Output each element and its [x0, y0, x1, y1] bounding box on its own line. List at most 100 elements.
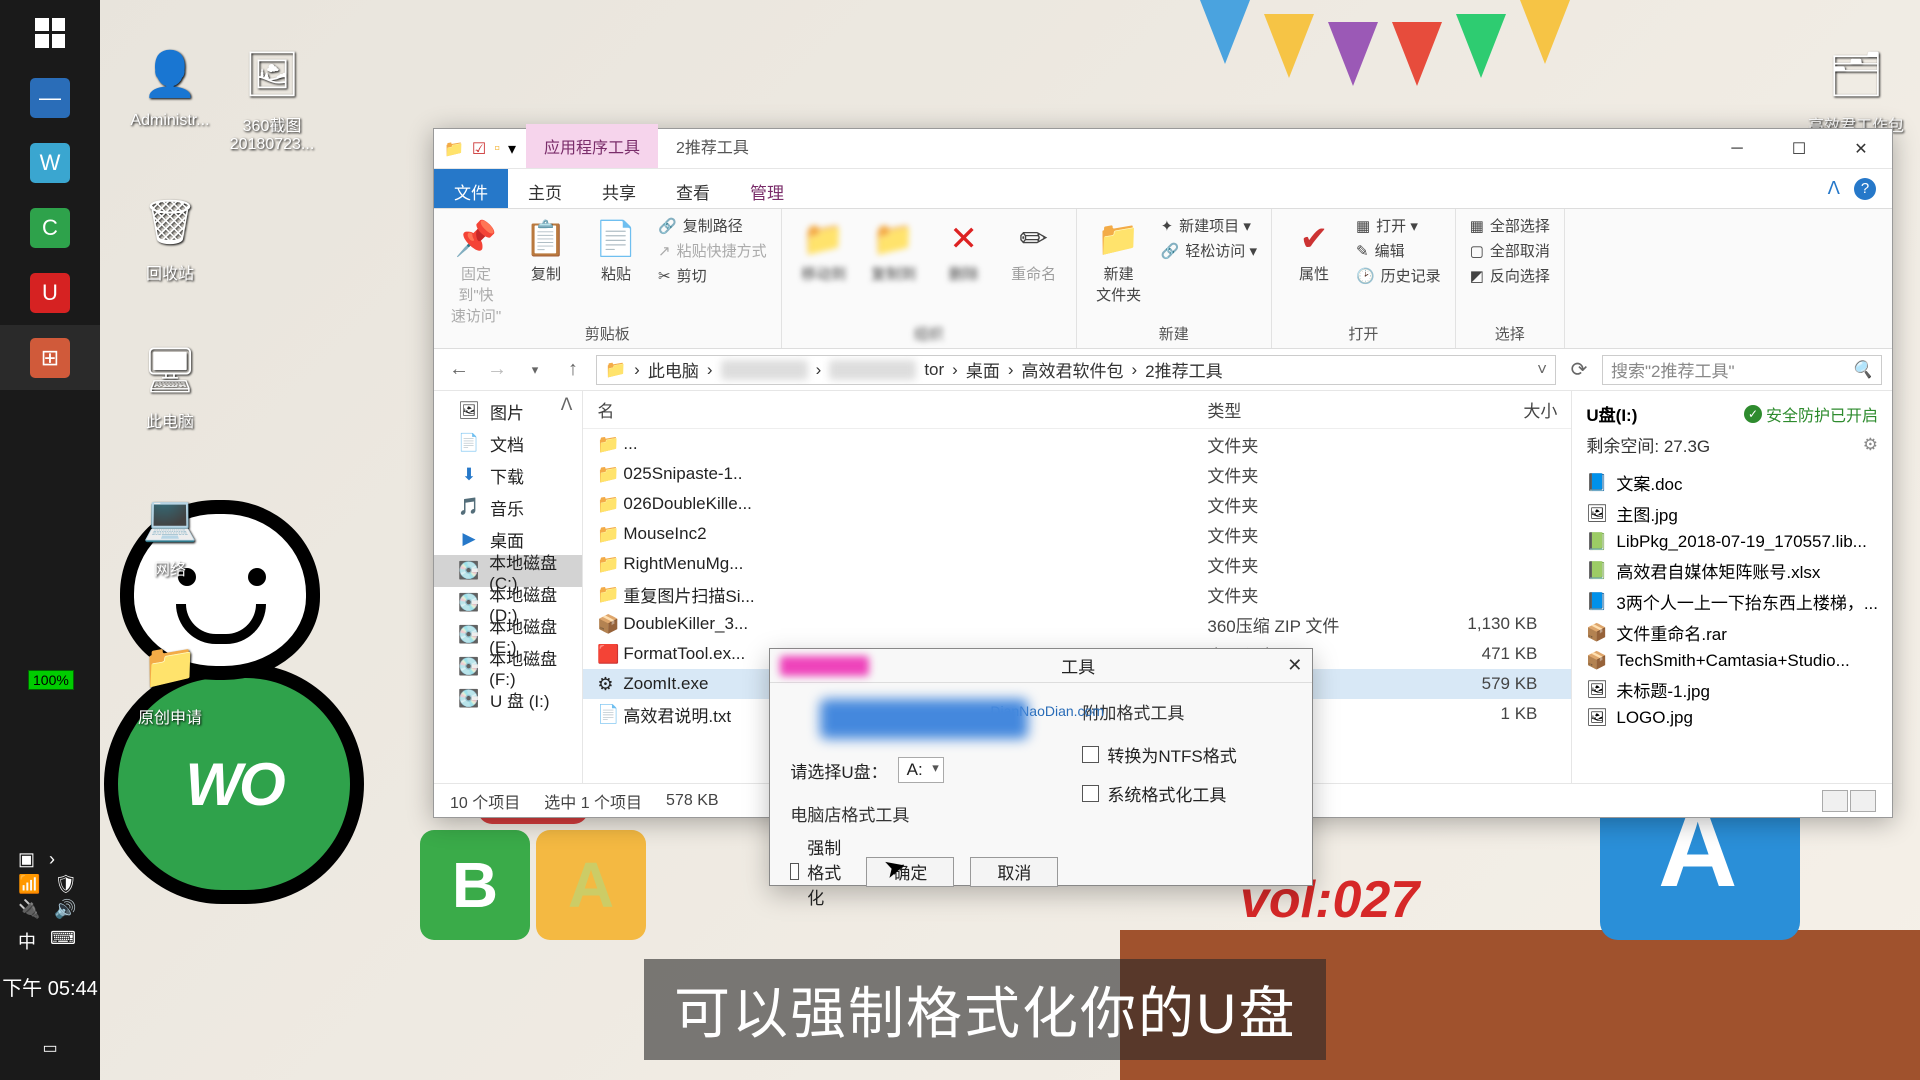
preview-item[interactable]: 📗高效君自媒体矩阵账号.xlsx	[1586, 555, 1878, 586]
pasteshortcut-button[interactable]: ↗粘贴快捷方式	[658, 240, 767, 261]
video-caption: 可以强制格式化你的U盘	[644, 959, 1326, 1060]
rename-button[interactable]: ✏重命名	[1006, 215, 1062, 284]
nav-item[interactable]: 💽本地磁盘 (F:)	[434, 651, 582, 683]
file-row[interactable]: 📁重复图片扫描Si...文件夹	[583, 579, 1571, 609]
drive-select[interactable]: A:	[898, 757, 944, 783]
ribbon-collapse-icon[interactable]: ᐱ	[1828, 178, 1840, 199]
tab-file[interactable]: 文件	[434, 169, 508, 208]
cut-button[interactable]: ✂剪切	[658, 265, 767, 286]
desktop-icon[interactable]: 📁原创申请	[118, 634, 222, 728]
ok-button[interactable]: 确定	[866, 857, 954, 887]
start-button[interactable]	[0, 0, 100, 65]
preview-item[interactable]: 📦文件重命名.rar	[1586, 617, 1878, 648]
preview-gear-icon[interactable]: ⚙	[1863, 435, 1878, 455]
window-title: 2推荐工具	[658, 124, 767, 168]
maximize-button[interactable]: ☐	[1768, 129, 1830, 168]
recent-dropdown[interactable]: ▾	[520, 362, 550, 378]
file-row[interactable]: 📁MouseInc2文件夹	[583, 519, 1571, 549]
column-headers[interactable]: 名 类型大小	[583, 391, 1571, 429]
group-select: 选择	[1470, 321, 1550, 344]
task-view-button[interactable]: ▭	[0, 1015, 100, 1080]
help-icon[interactable]: ?	[1854, 178, 1876, 200]
paste-button[interactable]: 📄粘贴	[588, 215, 644, 284]
selectall-button[interactable]: ▦全部选择	[1470, 215, 1550, 236]
desktop-icon[interactable]: 💻网络	[118, 486, 222, 580]
titlebar[interactable]: 📁 ☑ ▫ ▾ 应用程序工具 2推荐工具 ─ ☐ ✕	[434, 129, 1892, 169]
newfolder-button[interactable]: 📁新建 文件夹	[1091, 215, 1147, 305]
copyto-button[interactable]: 📁复制到	[866, 215, 922, 284]
preview-item[interactable]: 🖼LOGO.jpg	[1586, 705, 1878, 731]
tray-icons[interactable]: ▣›📶🛡🔌🔊	[0, 845, 100, 924]
free-space: 剩余空间: 27.3G	[1586, 432, 1710, 457]
nav-item[interactable]: 🎵音乐	[434, 491, 582, 523]
delete-button[interactable]: ✕删除	[936, 215, 992, 284]
qat-overflow-icon[interactable]: ▾	[508, 139, 516, 159]
tab-home[interactable]: 主页	[508, 169, 582, 208]
status-size: 578 KB	[666, 792, 718, 810]
taskbar-app-wps[interactable]: W	[0, 130, 100, 195]
desktop-icon[interactable]: 👤Administr...	[118, 42, 222, 130]
taskbar-app-explorer[interactable]: ⊞	[0, 325, 100, 390]
qat-folder-icon[interactable]: ▫	[494, 140, 500, 158]
up-button[interactable]: ↑	[558, 358, 588, 381]
view-details-button[interactable]	[1822, 790, 1848, 812]
status-sel: 选中 1 个项目	[544, 789, 642, 813]
preview-item[interactable]: 📦TechSmith+Camtasia+Studio...	[1586, 648, 1878, 674]
pin-button[interactable]: 📌固定到"快 速访问"	[448, 215, 504, 326]
search-input[interactable]: 搜索"2推荐工具"🔍	[1602, 355, 1882, 385]
back-button[interactable]: ←	[444, 358, 474, 381]
nav-item[interactable]: ⬇下载	[434, 459, 582, 491]
preview-item[interactable]: 📘文案.doc	[1586, 467, 1878, 498]
address-bar: ← → ▾ ↑ 📁› 此电脑› hidden› hidden tor› 桌面› …	[434, 349, 1892, 391]
group-clipboard: 剪贴板	[448, 321, 767, 344]
copy-button[interactable]: 📋复制	[518, 215, 574, 284]
close-button[interactable]: ✕	[1830, 129, 1892, 168]
nav-item[interactable]: 📄文档	[434, 427, 582, 459]
properties-button[interactable]: ✔属性	[1286, 215, 1342, 284]
ntfs-checkbox[interactable]: 转换为NTFS格式	[1082, 742, 1292, 767]
cancel-button[interactable]: 取消	[970, 857, 1058, 887]
taskbar-app-camtasia[interactable]: C	[0, 195, 100, 260]
invert-button[interactable]: ◩反向选择	[1470, 265, 1550, 286]
taskbar-app-formattool[interactable]: U	[0, 260, 100, 325]
qat-checkbox-icon[interactable]: ☑	[472, 139, 486, 159]
file-list[interactable]: 名 类型大小 📁...文件夹📁025Snipaste-1..文件夹📁026Dou…	[583, 391, 1572, 783]
newitem-button[interactable]: ✦新建项目 ▾	[1161, 215, 1257, 236]
refresh-button[interactable]: ⟳	[1564, 357, 1594, 382]
taskbar-app-edge[interactable]: —	[0, 65, 100, 130]
tab-share[interactable]: 共享	[582, 169, 656, 208]
taskbar-clock[interactable]: 下午 05:44	[0, 958, 100, 1015]
desktop-icon[interactable]: 🗂高效君工作包	[1804, 42, 1908, 136]
preview-item[interactable]: 📘3两个人一上一下抬东西上楼梯，...	[1586, 586, 1878, 617]
moveto-button[interactable]: 📁移动到	[796, 215, 852, 284]
tab-view[interactable]: 查看	[656, 169, 730, 208]
dialog-close-button[interactable]: ✕	[1287, 655, 1302, 676]
selectnone-button[interactable]: ▢全部取消	[1470, 240, 1550, 261]
edit-button[interactable]: ✎编辑	[1356, 240, 1441, 261]
desktop-icon[interactable]: 🖥此电脑	[118, 338, 222, 432]
nav-pane[interactable]: ᐱ🖼图片📄文档⬇下载🎵音乐▶桌面💽本地磁盘 (C:)💽本地磁盘 (D:)💽本地磁…	[434, 391, 583, 783]
minimize-button[interactable]: ─	[1706, 129, 1768, 168]
file-row[interactable]: 📦DoubleKiller_3...360压缩 ZIP 文件1,130 KB	[583, 609, 1571, 639]
copypath-button[interactable]: 🔗复制路径	[658, 215, 767, 236]
format-dialog: x工具✕ DianNaoDian.com 请选择U盘：A: 电脑店格式工具 强制…	[769, 648, 1313, 886]
file-row[interactable]: 📁...文件夹	[583, 429, 1571, 459]
open-button[interactable]: ▦打开 ▾	[1356, 215, 1441, 236]
tray-ime[interactable]: 中⌨	[0, 924, 100, 958]
breadcrumb[interactable]: 📁› 此电脑› hidden› hidden tor› 桌面› 高效君软件包› …	[596, 355, 1556, 385]
forward-button[interactable]: →	[482, 358, 512, 381]
preview-item[interactable]: 🖼主图.jpg	[1586, 498, 1878, 529]
easyaccess-button[interactable]: 🔗轻松访问 ▾	[1161, 240, 1257, 261]
desktop-icon[interactable]: 🗑回收站	[118, 190, 222, 284]
preview-item[interactable]: 📗LibPkg_2018-07-19_170557.lib...	[1586, 529, 1878, 555]
history-button[interactable]: 🕑历史记录	[1356, 265, 1441, 286]
sysfmt-checkbox[interactable]: 系统格式化工具	[1082, 781, 1292, 806]
tab-manage[interactable]: 管理	[730, 169, 804, 208]
preview-item[interactable]: 🖼未标题-1.jpg	[1586, 674, 1878, 705]
file-row[interactable]: 📁026DoubleKille...文件夹	[583, 489, 1571, 519]
file-row[interactable]: 📁RightMenuMg...文件夹	[583, 549, 1571, 579]
desktop-icon[interactable]: 🖼360截图 20180723...	[220, 42, 324, 154]
file-row[interactable]: 📁025Snipaste-1..文件夹	[583, 459, 1571, 489]
view-icons-button[interactable]	[1850, 790, 1876, 812]
force-format-checkbox[interactable]: 强制格式化	[790, 834, 846, 909]
